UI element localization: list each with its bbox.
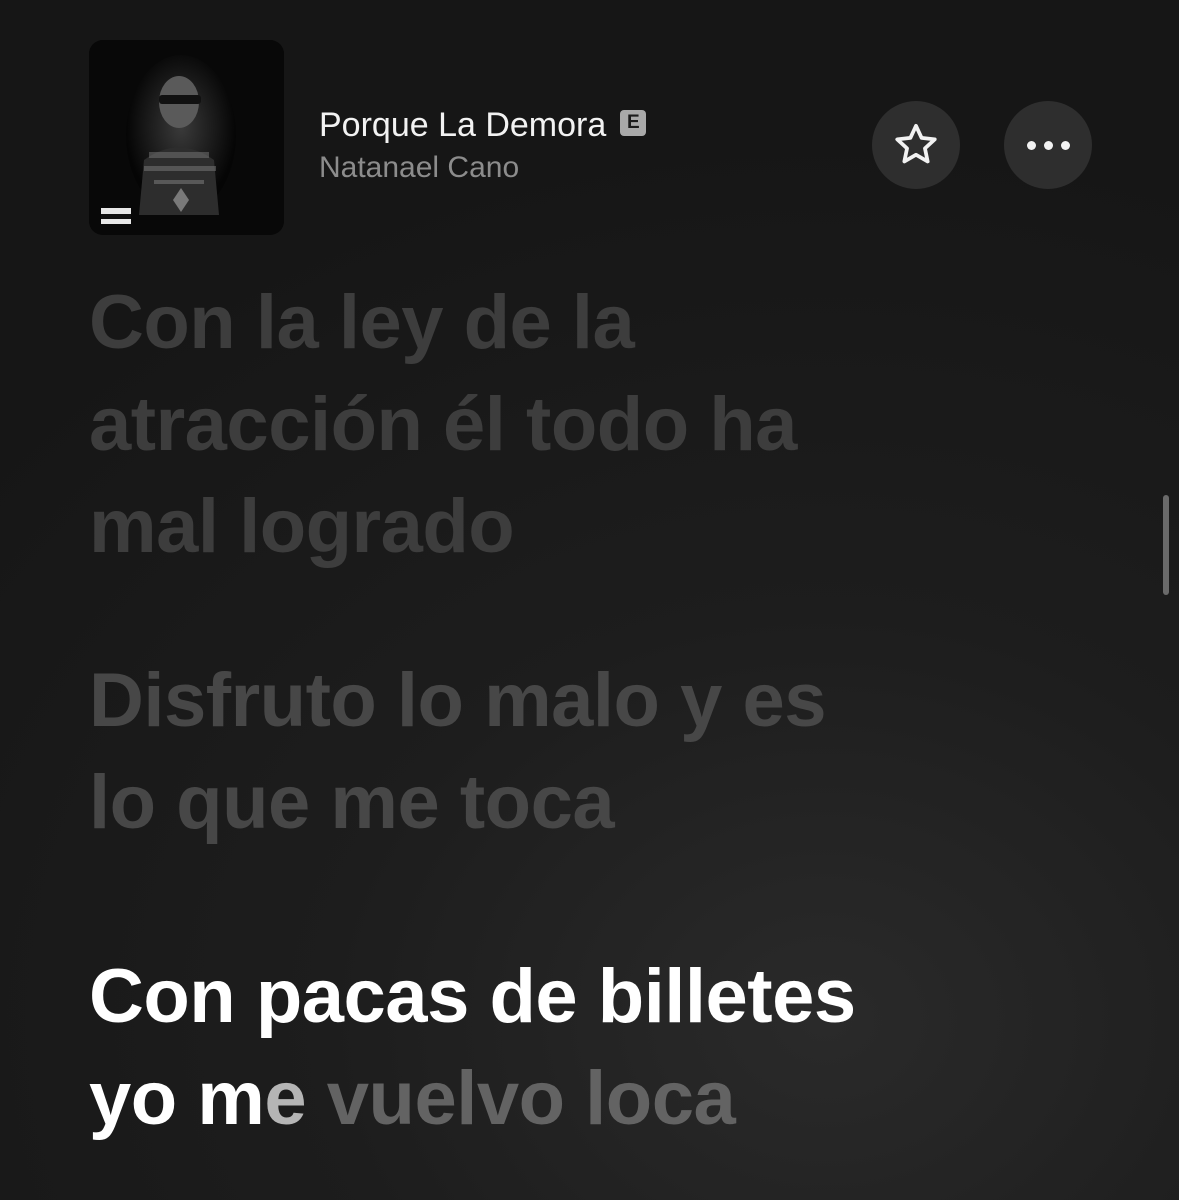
star-icon — [895, 123, 937, 164]
ellipsis-icon — [1026, 140, 1070, 150]
track-info: Porque La Demora E Natanael Cano — [319, 104, 647, 188]
favorite-button[interactable] — [872, 101, 960, 189]
upcoming-words: vuelvo loca — [306, 1056, 736, 1141]
singing-syllable: e — [264, 1056, 307, 1141]
song-title[interactable]: Porque La Demora — [319, 104, 606, 146]
lyric-line[interactable]: mal logrado — [89, 476, 1049, 578]
lyric-stanza-past-1[interactable]: Con la ley de la atracción él todo ha ma… — [89, 272, 1049, 578]
lyric-line[interactable]: lo que me toca — [89, 752, 1049, 854]
now-playing-header: Porque La Demora E Natanael Cano — [0, 0, 1179, 250]
current-lyric-line[interactable]: Con pacas de billetes — [89, 946, 1049, 1048]
lyric-line[interactable]: Con la ley de la — [89, 272, 1049, 374]
sung-words: yo m — [89, 1056, 265, 1141]
lyric-line[interactable]: atracción él todo ha — [89, 374, 1049, 476]
album-cover-image — [89, 40, 284, 235]
lyric-line[interactable]: Disfruto lo malo y es — [89, 650, 1049, 752]
current-lyric-line-progress[interactable]: yo me vuelvo loca — [89, 1048, 1049, 1150]
artist-name[interactable]: Natanael Cano — [319, 148, 646, 188]
lyric-stanza-current[interactable]: Con pacas de billetes yo me vuelvo loca — [89, 946, 1049, 1150]
explicit-badge: E — [620, 110, 647, 136]
album-artwork[interactable] — [89, 40, 284, 235]
scrollbar-thumb[interactable] — [1163, 495, 1169, 595]
lyric-stanza-past-2[interactable]: Disfruto lo malo y es lo que me toca — [89, 650, 1049, 854]
more-options-button[interactable] — [1004, 101, 1092, 189]
lyrics-view[interactable]: Con la ley de la atracción él todo ha ma… — [89, 272, 1049, 1150]
